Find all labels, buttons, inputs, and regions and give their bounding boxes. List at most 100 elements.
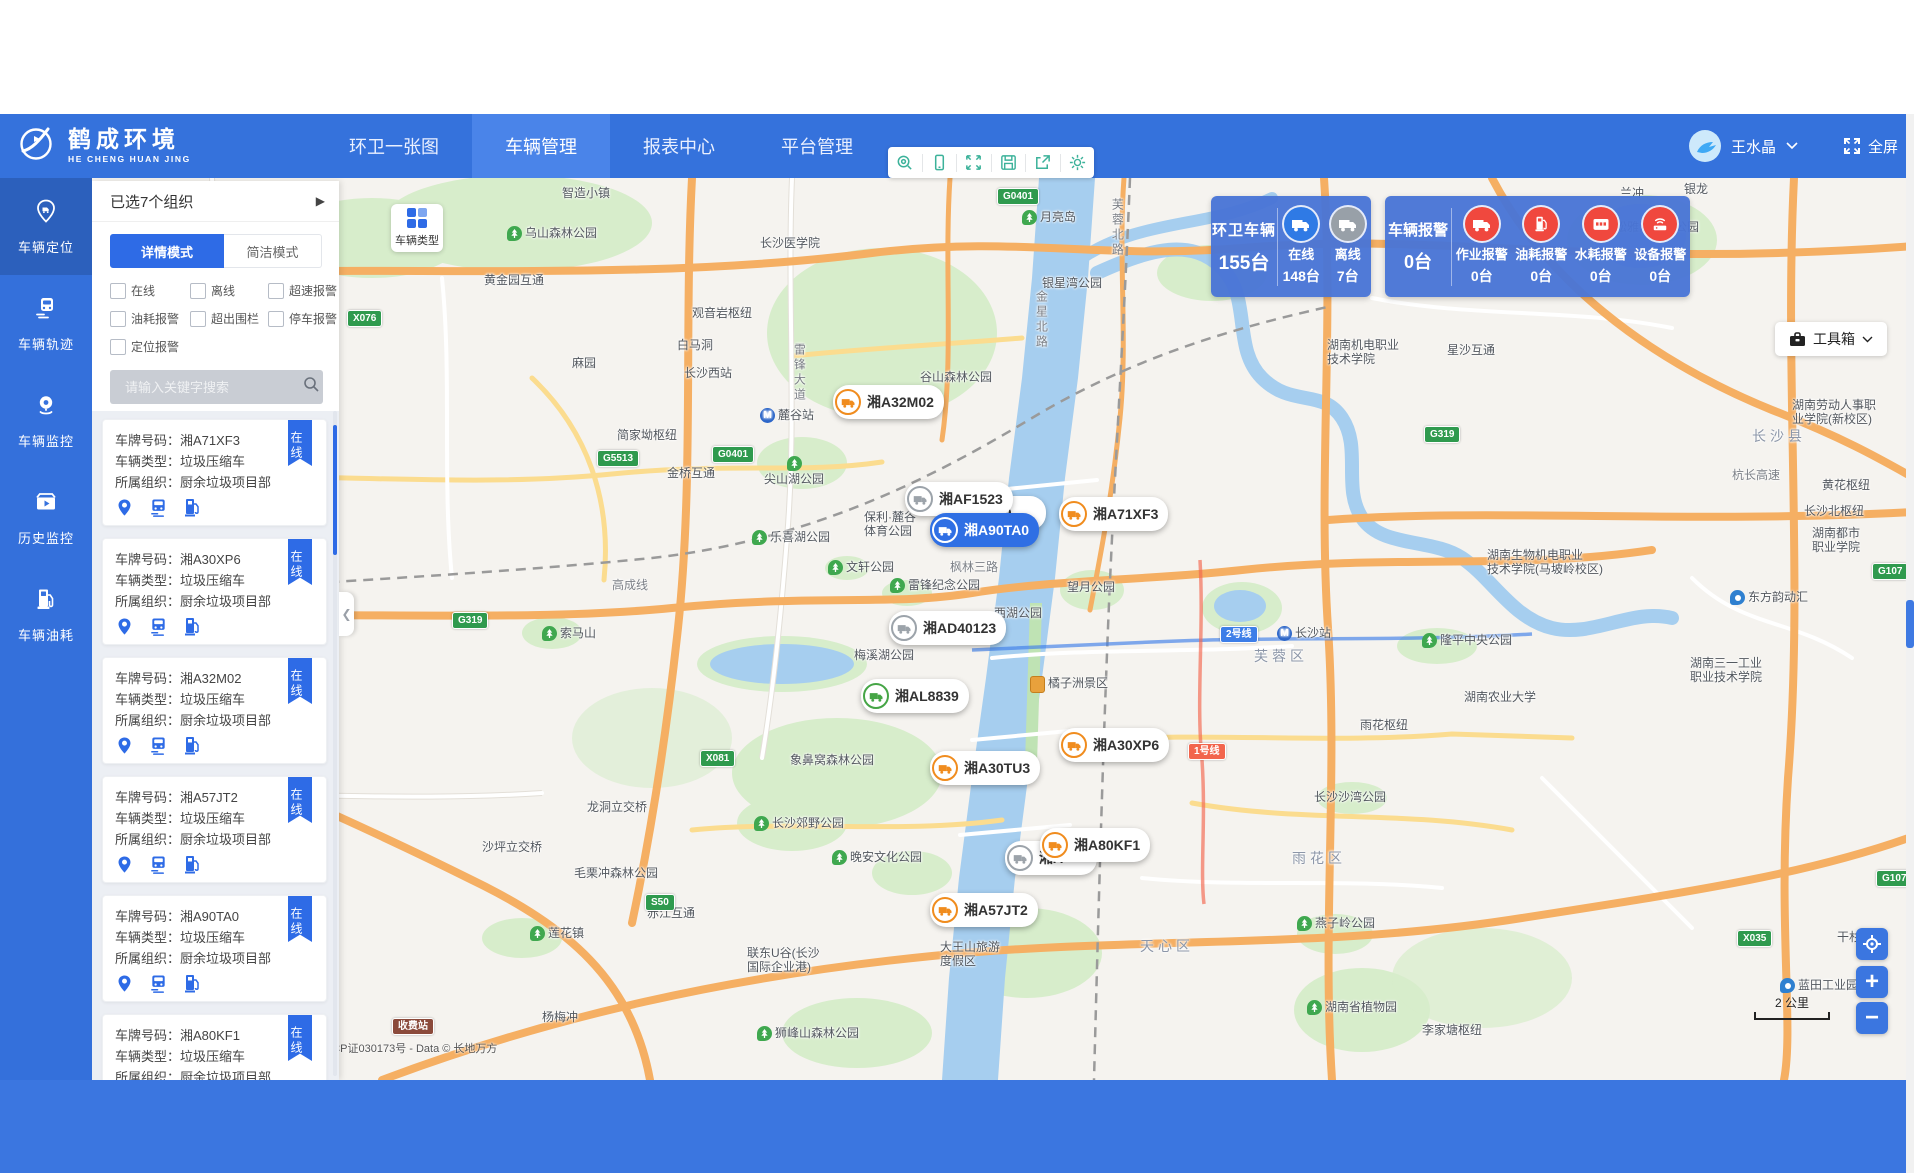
filter-超出围栏[interactable]: 超出围栏 xyxy=(190,310,268,327)
track-icon[interactable] xyxy=(149,617,168,642)
checkbox-box[interactable] xyxy=(268,311,284,327)
panel-collapse-button[interactable]: ❮ xyxy=(339,592,354,636)
zoom-in-button[interactable]: + xyxy=(1856,966,1888,998)
checkbox-box[interactable] xyxy=(110,283,126,299)
expand-right-icon[interactable]: ▶ xyxy=(316,194,325,208)
filter-在线[interactable]: 在线 xyxy=(110,282,190,299)
track-icon[interactable] xyxy=(149,855,168,880)
org-selector[interactable]: 已选7个组织 ▶ xyxy=(92,181,339,222)
map-poi-label: 望月公园 xyxy=(1067,580,1115,594)
vehicle-marker-湘A32M02[interactable]: 湘A32M02 xyxy=(833,385,944,419)
locate-button[interactable] xyxy=(1856,928,1888,960)
page-scrollbar[interactable] xyxy=(1906,114,1914,1173)
track-icon[interactable] xyxy=(149,498,168,523)
list-scrollbar[interactable] xyxy=(333,411,337,1076)
vehicle-marker-湘A57JT2[interactable]: 湘A57JT2 xyxy=(930,893,1038,927)
save-icon[interactable] xyxy=(992,147,1026,178)
map-poi-label: 梅溪湖公园 xyxy=(854,648,914,662)
page-scrollbar-thumb[interactable] xyxy=(1906,600,1914,648)
settings-icon[interactable] xyxy=(1061,147,1095,178)
marker-plate-label: 湘A32M02 xyxy=(867,392,934,412)
mobile-device-icon[interactable] xyxy=(923,147,957,178)
map-poi-label: 乐喜湖公园 xyxy=(752,530,830,545)
map-poi-label: 谷山森林公园 xyxy=(920,370,992,384)
fuel-icon[interactable] xyxy=(183,974,200,999)
user-avatar[interactable] xyxy=(1689,130,1721,162)
filter-离线[interactable]: 离线 xyxy=(190,282,268,299)
checkbox-box[interactable] xyxy=(110,339,126,355)
filter-超速报警[interactable]: 超速报警 xyxy=(268,282,337,299)
filter-checkbox-group: 在线离线超速报警油耗报警超出围栏停车报警定位报警 xyxy=(110,282,333,355)
nav-item-报表中心[interactable]: 报表中心 xyxy=(610,114,748,178)
export-icon[interactable] xyxy=(1026,147,1060,178)
sidebar-item-历史监控[interactable]: 历史监控 xyxy=(0,469,92,566)
nav-item-平台管理[interactable]: 平台管理 xyxy=(748,114,886,178)
zoom-search-icon[interactable] xyxy=(888,147,922,178)
vehicle-marker-湘A30XP6[interactable]: 湘A30XP6 xyxy=(1059,728,1169,762)
park-poi-icon xyxy=(1022,210,1037,225)
vehicle-card[interactable]: 车牌号码：湘A32M02车辆类型：垃圾压缩车所属组织：厨余垃圾项目部在线 xyxy=(102,657,327,764)
fuel-icon[interactable] xyxy=(183,736,200,761)
map-poi-label: 高成线 xyxy=(612,578,648,592)
vehicle-card[interactable]: 车牌号码：湘A30XP6车辆类型：垃圾压缩车所属组织：厨余垃圾项目部在线 xyxy=(102,538,327,645)
vehicle-card[interactable]: 车牌号码：湘A90TA0车辆类型：垃圾压缩车所属组织：厨余垃圾项目部在线 xyxy=(102,895,327,1002)
user-name[interactable]: 王水晶 xyxy=(1731,136,1776,157)
tab-详情模式[interactable]: 详情模式 xyxy=(110,234,224,268)
vehicle-card[interactable]: 车牌号码：湘A80KF1车辆类型：垃圾压缩车所属组织：厨余垃圾项目部在线 xyxy=(102,1014,327,1080)
vehicle-card[interactable]: 车牌号码：湘A57JT2车辆类型：垃圾压缩车所属组织：厨余垃圾项目部在线 xyxy=(102,776,327,883)
vehicle-marker-湘AL8839[interactable]: 湘AL8839 xyxy=(861,679,969,713)
chevron-down-icon[interactable] xyxy=(1786,137,1798,155)
locate-icon[interactable] xyxy=(115,855,134,880)
search-input[interactable] xyxy=(123,379,303,396)
vehicle-marker-湘A90TA0[interactable]: 湘A90TA0 xyxy=(930,513,1039,547)
map-poi-label: 象鼻窝森林公园 xyxy=(790,753,874,767)
truck-marker-icon xyxy=(932,897,958,923)
checkbox-box[interactable] xyxy=(190,311,206,327)
nav-item-车辆管理[interactable]: 车辆管理 xyxy=(472,114,610,178)
track-icon[interactable] xyxy=(149,974,168,999)
alarm-stat-作业报警: 作业报警0台 xyxy=(1452,207,1512,286)
map-poi-label: 橘子洲景区 xyxy=(1030,676,1108,693)
truck-marker-icon xyxy=(891,615,917,641)
locate-icon[interactable] xyxy=(115,736,134,761)
vehicle-marker-湘AF1523[interactable]: 湘AF1523 xyxy=(905,482,1013,516)
locate-icon[interactable] xyxy=(115,498,134,523)
sidebar-item-车辆定位[interactable]: 车辆定位 xyxy=(0,178,92,275)
vehicle-marker-湘A30TU3[interactable]: 湘A30TU3 xyxy=(930,751,1040,785)
toolbox-button[interactable]: 工具箱 xyxy=(1775,322,1887,356)
list-scrollbar-thumb[interactable] xyxy=(333,425,337,555)
fullscreen-button[interactable]: 全屏 xyxy=(1842,136,1898,157)
map-poi-label: 蓝田工业园 xyxy=(1780,978,1858,993)
fuel-icon[interactable] xyxy=(183,855,200,880)
vehicle-marker-湘A71XF3[interactable]: 湘A71XF3 xyxy=(1059,497,1168,531)
vehicle-camera-icon xyxy=(33,392,59,423)
vehicle-type: 车辆类型：垃圾压缩车 xyxy=(115,689,314,710)
fuel-icon[interactable] xyxy=(183,498,200,523)
locate-icon[interactable] xyxy=(115,974,134,999)
nav-item-环卫一张图[interactable]: 环卫一张图 xyxy=(316,114,472,178)
tab-简洁模式[interactable]: 简洁模式 xyxy=(224,234,322,268)
checkbox-box[interactable] xyxy=(190,283,206,299)
sidebar-item-车辆油耗[interactable]: 车辆油耗 xyxy=(0,566,92,663)
expand-icon[interactable] xyxy=(957,147,991,178)
sidebar-item-车辆轨迹[interactable]: 车辆轨迹 xyxy=(0,275,92,372)
vehicle-panel: 已选7个组织 ▶ 详情模式简洁模式 在线离线超速报警油耗报警超出围栏停车报警定位… xyxy=(92,181,339,1080)
locate-icon[interactable] xyxy=(115,617,134,642)
filter-油耗报警[interactable]: 油耗报警 xyxy=(110,310,190,327)
track-icon[interactable] xyxy=(149,736,168,761)
search-box[interactable] xyxy=(110,370,323,404)
vehicle-card[interactable]: 车牌号码：湘A71XF3车辆类型：垃圾压缩车所属组织：厨余垃圾项目部在线 xyxy=(102,419,327,526)
vehicle-marker-湘AD40123[interactable]: 湘AD40123 xyxy=(889,611,1006,645)
vehicle-type-button[interactable]: 车辆类型 xyxy=(391,204,443,252)
filter-停车报警[interactable]: 停车报警 xyxy=(268,310,337,327)
sidebar-item-车辆监控[interactable]: 车辆监控 xyxy=(0,372,92,469)
filter-定位报警[interactable]: 定位报警 xyxy=(110,338,190,355)
map-canvas[interactable]: 智造小镇乌山森林公园黄金园互通长沙医学院观音岩枢纽月亮岛银星湾公园谷山森林公园M… xyxy=(92,178,1914,1080)
checkbox-box[interactable] xyxy=(110,311,126,327)
search-icon[interactable] xyxy=(303,376,320,398)
checkbox-box[interactable] xyxy=(268,283,284,299)
road-badge-X035: X035 xyxy=(1737,930,1772,947)
vehicle-marker-湘A80KF1[interactable]: 湘A80KF1 xyxy=(1040,828,1150,862)
fuel-icon[interactable] xyxy=(183,617,200,642)
zoom-out-button[interactable]: − xyxy=(1856,1002,1888,1034)
